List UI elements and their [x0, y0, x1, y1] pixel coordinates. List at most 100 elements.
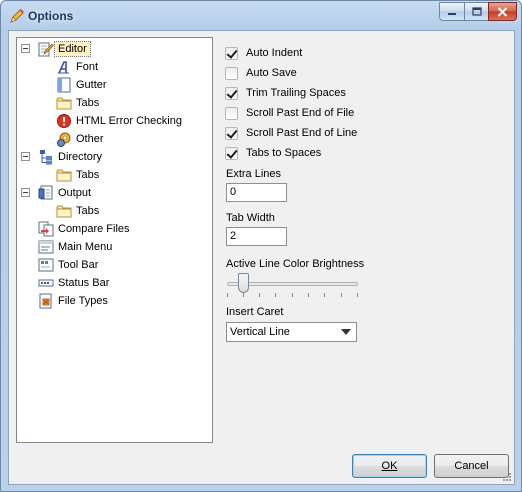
brightness-slider-thumb[interactable]	[238, 273, 249, 293]
checkbox-box[interactable]	[225, 106, 238, 120]
directory-tree-icon	[40, 150, 52, 165]
other-gear-icon	[57, 132, 71, 147]
options-window: Options Editor Font Gutter Tabs HTML Err…	[0, 0, 522, 492]
tabs-folder-icon	[56, 97, 72, 110]
tree-item-label: Editor	[54, 41, 91, 57]
error-icon	[57, 114, 71, 128]
tree-item-label: Status Bar	[58, 277, 110, 289]
tree-item-label: Tabs	[76, 205, 100, 217]
output-collapse-toggle[interactable]	[21, 188, 30, 197]
checkbox-box[interactable]	[225, 86, 238, 100]
checkbox-box[interactable]	[225, 126, 238, 140]
tree-item-label: HTML Error Checking	[76, 115, 182, 127]
tabs-to-spaces-checkbox[interactable]: Tabs to Spaces	[225, 144, 321, 162]
checkbox-label: Tabs to Spaces	[246, 147, 322, 159]
slider-tick	[259, 293, 260, 297]
checkbox-label: Auto Save	[246, 67, 297, 79]
slider-tick	[341, 293, 342, 297]
checkbox-box[interactable]	[225, 66, 238, 80]
tree-item-label: Output	[58, 187, 92, 199]
tree-item-label: Compare Files	[58, 223, 130, 235]
close-icon	[497, 6, 508, 17]
slider-tick	[324, 293, 325, 297]
checkbox-box[interactable]	[225, 146, 238, 160]
tree-item-output[interactable]: Output	[38, 184, 91, 202]
maximize-icon	[471, 7, 482, 16]
minimize-icon	[448, 12, 456, 15]
insert-caret-dropdown[interactable]: Vertical Line	[226, 322, 357, 342]
ok-button-label: OK	[381, 460, 398, 472]
insert-caret-label: Insert Caret	[226, 306, 284, 318]
tab-width-input[interactable]: 2	[226, 227, 287, 246]
tree-item-editor-tabs[interactable]: Tabs	[56, 94, 99, 112]
tree-item-tool-bar[interactable]: Tool Bar	[38, 256, 98, 274]
font-icon	[58, 61, 69, 74]
tree-item-label: Tabs	[76, 97, 100, 109]
auto-save-checkbox[interactable]: Auto Save	[225, 64, 297, 82]
chevron-down-icon	[341, 329, 351, 335]
extra-lines-label: Extra Lines	[226, 168, 282, 180]
checkbox-label: Auto Indent	[246, 47, 303, 59]
tree-item-label: Tabs	[76, 169, 100, 181]
tool-bar-icon	[38, 258, 54, 272]
brightness-label: Active Line Color Brightness	[226, 258, 365, 270]
title-bar[interactable]: Options	[1, 1, 521, 30]
dialog-body: Editor Font Gutter Tabs HTML Error Check…	[8, 30, 515, 485]
tree-item-status-bar[interactable]: Status Bar	[38, 274, 109, 292]
resize-grip-icon[interactable]	[502, 472, 512, 482]
tree-item-html-error-checking[interactable]: HTML Error Checking	[56, 112, 182, 130]
settings-tree[interactable]: Editor Font Gutter Tabs HTML Error Check…	[16, 37, 213, 443]
tree-item-editor[interactable]: Editor	[38, 40, 91, 58]
checkbox-label: Trim Trailing Spaces	[246, 87, 346, 99]
extra-lines-input[interactable]: 0	[226, 183, 287, 202]
tree-item-other[interactable]: Other	[56, 130, 104, 148]
tree-item-directory[interactable]: Directory	[38, 148, 102, 166]
slider-tick	[243, 293, 244, 297]
scroll-past-end-of-file-checkbox[interactable]: Scroll Past End of File	[225, 104, 354, 122]
tree-item-label: Directory	[58, 151, 103, 163]
checkbox-box[interactable]	[225, 46, 238, 60]
tree-item-gutter[interactable]: Gutter	[56, 76, 107, 94]
slider-tick	[227, 293, 228, 297]
editor-collapse-toggle[interactable]	[21, 44, 30, 53]
trim-trailing-spaces-checkbox[interactable]: Trim Trailing Spaces	[225, 84, 346, 102]
maximize-button[interactable]	[464, 2, 489, 21]
tree-item-label: Font	[76, 61, 99, 73]
checkbox-label: Scroll Past End of File	[246, 107, 355, 119]
slider-tick	[275, 293, 276, 297]
tab-width-label: Tab Width	[226, 212, 275, 224]
insert-caret-value: Vertical Line	[230, 326, 290, 338]
status-bar-icon	[38, 279, 54, 287]
tree-item-label: Main Menu	[58, 241, 113, 253]
tree-item-label: Gutter	[76, 79, 107, 91]
tree-item-font[interactable]: Font	[56, 58, 98, 76]
slider-tick	[292, 293, 293, 297]
cancel-button-label: Cancel	[454, 460, 489, 472]
auto-indent-checkbox[interactable]: Auto Indent	[225, 44, 302, 62]
directory-collapse-toggle[interactable]	[21, 152, 30, 161]
tree-item-label: File Types	[58, 295, 108, 307]
cancel-button[interactable]: Cancel	[434, 454, 509, 478]
editor-pencil-icon	[38, 42, 54, 57]
ok-button[interactable]: OK	[352, 454, 427, 478]
tree-item-file-types[interactable]: File Types	[38, 292, 108, 310]
app-pencil-icon	[10, 9, 24, 23]
tabs-folder-icon	[56, 169, 72, 182]
output-icon	[38, 185, 53, 200]
file-types-icon	[39, 293, 52, 309]
slider-tick	[308, 293, 309, 297]
compare-files-icon	[38, 221, 54, 237]
tree-item-label: Tool Bar	[58, 259, 99, 271]
minimize-button[interactable]	[439, 2, 465, 21]
main-menu-icon	[38, 240, 54, 254]
close-button[interactable]	[488, 2, 517, 21]
tree-item-main-menu[interactable]: Main Menu	[38, 238, 112, 256]
checkbox-label: Scroll Past End of Line	[246, 127, 358, 139]
tree-item-label: Other	[76, 133, 104, 145]
scroll-past-end-of-line-checkbox[interactable]: Scroll Past End of Line	[225, 124, 357, 142]
tabs-folder-icon	[56, 205, 72, 218]
tree-item-compare-files[interactable]: Compare Files	[38, 220, 130, 238]
slider-tick	[357, 293, 358, 297]
tree-item-output-tabs[interactable]: Tabs	[56, 202, 99, 220]
tree-item-directory-tabs[interactable]: Tabs	[56, 166, 99, 184]
